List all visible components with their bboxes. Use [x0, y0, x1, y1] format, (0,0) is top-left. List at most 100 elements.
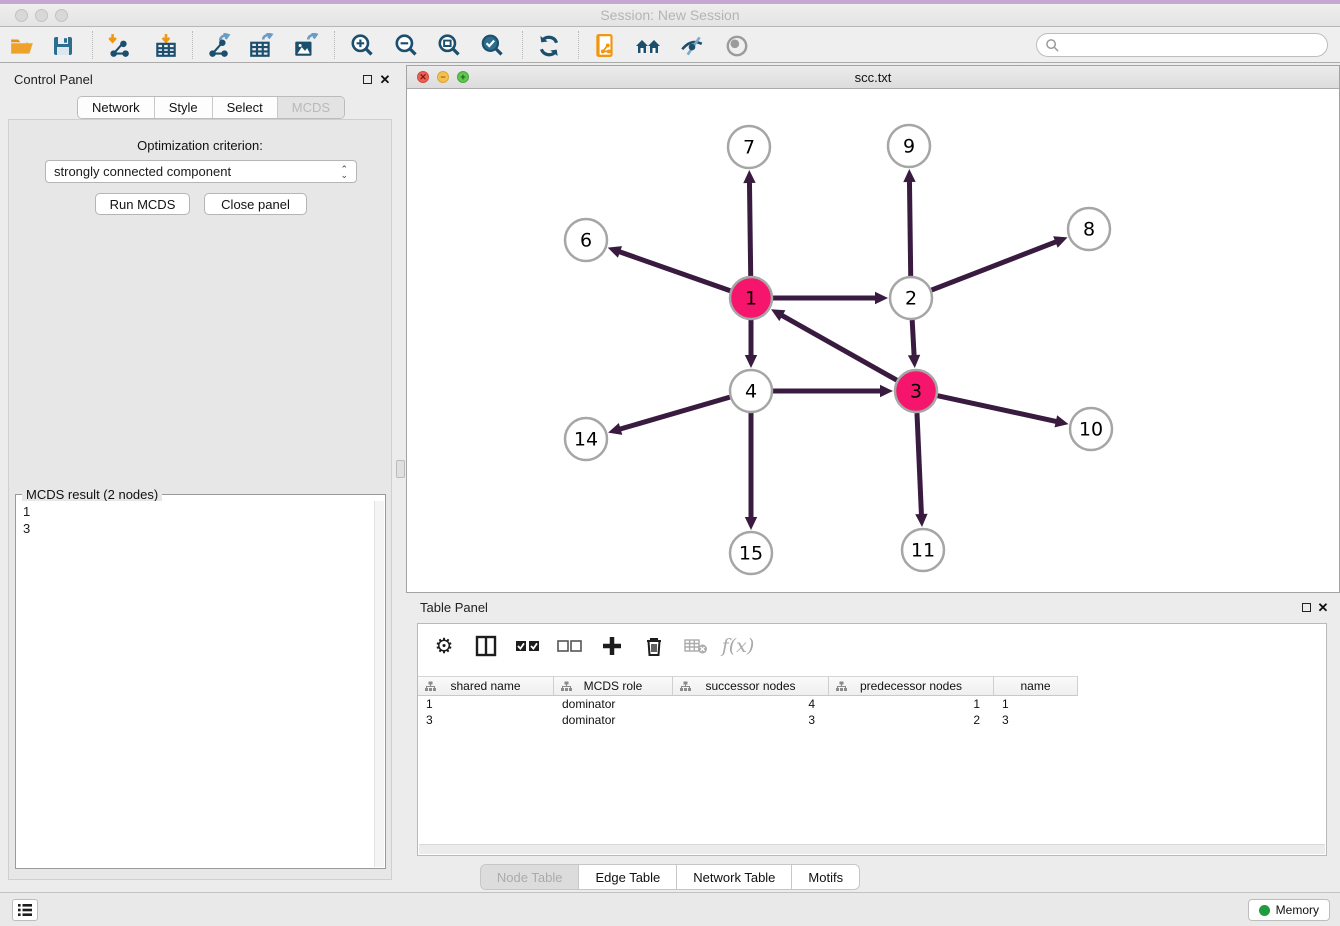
control-panel-tabs: NetworkStyleSelectMCDS — [77, 96, 345, 119]
edge-3-11[interactable] — [917, 413, 922, 516]
column-label: name — [1020, 679, 1050, 693]
close-panel-icon[interactable]: ✕ — [378, 72, 392, 86]
import-network-icon[interactable] — [104, 32, 132, 60]
main-titlebar: Session: New Session — [0, 0, 1340, 27]
export-table-icon[interactable] — [247, 32, 275, 60]
edge-2-9[interactable] — [909, 180, 910, 276]
memory-button[interactable]: Memory — [1248, 899, 1330, 921]
arrowhead-icon — [875, 292, 888, 304]
table-cell[interactable]: 1 — [829, 697, 994, 713]
tab-style[interactable]: Style — [155, 97, 213, 118]
arrowhead-icon — [880, 385, 893, 397]
edge-1-7[interactable] — [749, 181, 750, 276]
vertical-splitter-handle[interactable] — [396, 460, 405, 478]
arrowhead-icon — [915, 514, 927, 527]
search-box[interactable] — [1036, 33, 1328, 57]
zoom-out-icon[interactable] — [392, 32, 420, 60]
edge-3-10[interactable] — [937, 396, 1057, 422]
network-document-icon[interactable] — [591, 32, 619, 60]
refresh-icon[interactable] — [535, 32, 563, 60]
homes-icon[interactable] — [634, 32, 662, 60]
style-eye-icon[interactable] — [678, 32, 706, 60]
control-panel-header: Control Panel ✕ — [0, 63, 400, 93]
table-scrollbar[interactable] — [419, 844, 1325, 854]
table-cell[interactable]: 4 — [673, 697, 829, 713]
column-label: MCDS role — [584, 679, 643, 693]
unchecked-boxes-icon[interactable] — [556, 632, 584, 660]
tab-edge-table[interactable]: Edge Table — [579, 865, 677, 889]
table-cell[interactable]: 3 — [994, 713, 1078, 729]
checked-boxes-icon[interactable] — [514, 632, 542, 660]
column-label: successor nodes — [705, 679, 795, 693]
zoom-selected-icon[interactable] — [478, 32, 506, 60]
gear-icon[interactable]: ⚙ — [430, 632, 458, 660]
save-session-icon[interactable] — [49, 32, 77, 60]
close-table-panel-icon[interactable]: ✕ — [1316, 600, 1330, 614]
table-cell[interactable]: dominator — [554, 697, 673, 713]
table-row[interactable]: 1dominator411 — [418, 697, 1326, 713]
table-rows: 1dominator4113dominator323 — [418, 697, 1326, 729]
edge-1-6[interactable] — [618, 251, 730, 290]
node-label: 8 — [1083, 219, 1095, 241]
search-input[interactable] — [1064, 36, 1327, 54]
table-cell[interactable]: 2 — [829, 713, 994, 729]
edge-3-1[interactable] — [781, 315, 897, 381]
column-header-name[interactable]: name — [994, 676, 1078, 696]
plus-icon[interactable] — [598, 632, 626, 660]
chevron-up-down-icon: ⌃⌄ — [340, 165, 348, 178]
toolbar-separator — [192, 31, 193, 59]
column-header-predecessor-nodes[interactable]: predecessor nodes — [829, 676, 994, 696]
import-table-icon[interactable] — [152, 32, 180, 60]
function-fx-icon: f(x) — [724, 632, 752, 660]
float-panel-icon[interactable] — [360, 72, 374, 86]
window-title: Session: New Session — [0, 7, 1340, 23]
edge-2-8[interactable] — [932, 241, 1058, 290]
tab-mcds[interactable]: MCDS — [278, 97, 344, 118]
column-header-shared-name[interactable]: shared name — [418, 676, 554, 696]
task-history-button[interactable] — [12, 899, 38, 921]
network-graph[interactable]: 7968124314101511 — [407, 89, 1339, 592]
table-cell[interactable]: 3 — [418, 713, 554, 729]
criterion-dropdown[interactable]: strongly connected component ⌃⌄ — [45, 160, 357, 183]
table-toolbar: ⚙ f(x) — [418, 624, 1326, 668]
tab-node-table[interactable]: Node Table — [481, 865, 580, 889]
run-mcds-button[interactable]: Run MCDS — [95, 193, 190, 215]
edge-2-3[interactable] — [912, 320, 914, 357]
network-view-window: ✕ − + scc.txt 7968124314101511 — [406, 65, 1340, 593]
column-view-icon[interactable] — [472, 632, 500, 660]
toolbar-separator — [522, 31, 523, 59]
result-line: 1 — [23, 503, 374, 520]
titlebar-accent — [0, 0, 1340, 4]
tab-select[interactable]: Select — [213, 97, 278, 118]
column-type-icon — [680, 681, 691, 692]
open-file-icon[interactable] — [8, 32, 36, 60]
table-cell[interactable]: 1 — [994, 697, 1078, 713]
tab-network[interactable]: Network — [78, 97, 155, 118]
float-table-panel-icon[interactable] — [1299, 600, 1313, 614]
tab-network-table[interactable]: Network Table — [677, 865, 792, 889]
arrowhead-icon — [908, 355, 920, 368]
result-scrollbar[interactable] — [374, 501, 384, 867]
export-image-icon[interactable] — [291, 32, 319, 60]
node-label: 15 — [739, 543, 763, 565]
list-icon — [17, 903, 33, 917]
close-panel-button[interactable]: Close panel — [204, 193, 307, 215]
mcds-result-list[interactable]: 13 — [17, 501, 374, 867]
zoom-in-icon[interactable] — [348, 32, 376, 60]
table-cell[interactable]: 1 — [418, 697, 554, 713]
zoom-fit-icon[interactable] — [435, 32, 463, 60]
column-header-MCDS-role[interactable]: MCDS role — [554, 676, 673, 696]
toolbar-separator — [578, 31, 579, 59]
network-window-titlebar[interactable]: ✕ − + scc.txt — [407, 66, 1339, 89]
result-line: 3 — [23, 520, 374, 537]
export-network-icon[interactable] — [204, 32, 232, 60]
column-header-successor-nodes[interactable]: successor nodes — [673, 676, 829, 696]
table-row[interactable]: 3dominator323 — [418, 713, 1326, 729]
table-cell[interactable]: 3 — [673, 713, 829, 729]
network-canvas[interactable]: 7968124314101511 — [407, 89, 1339, 592]
node-label: 1 — [745, 288, 757, 310]
table-cell[interactable]: dominator — [554, 713, 673, 729]
tab-motifs[interactable]: Motifs — [792, 865, 859, 889]
trash-icon[interactable] — [640, 632, 668, 660]
edge-4-14[interactable] — [619, 397, 730, 429]
